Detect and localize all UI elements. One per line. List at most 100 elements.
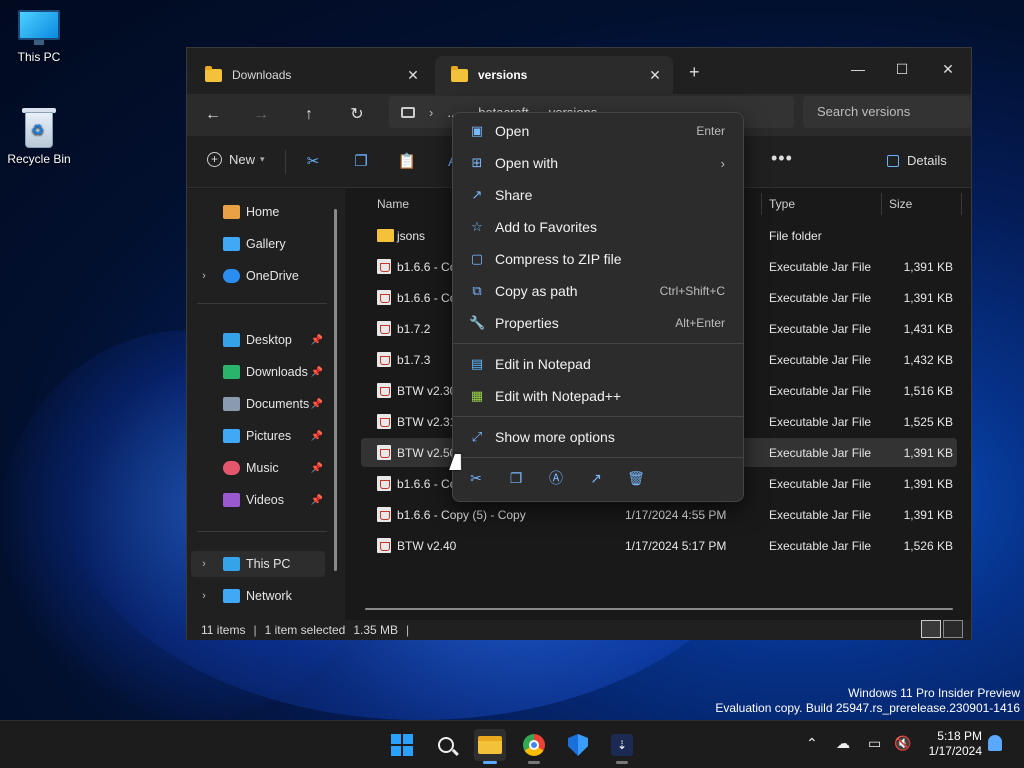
table-row[interactable]: b1.6.6 - Copy (5) - Copy 1/17/2024 4:55 … [361,500,957,529]
menu-item-compress-zip[interactable]: ▢ Compress to ZIP file [457,244,739,274]
forward-arrow-icon[interactable]: → [249,103,273,127]
taskbar-chrome[interactable] [518,729,550,764]
menu-item-label: Share [495,187,533,203]
rename-icon[interactable]: Ⓐ [545,467,567,489]
tiles-view-icon[interactable] [943,620,963,638]
file-size: 1,516 KB [903,384,953,398]
jar-file-icon [377,445,391,460]
cut-icon[interactable]: ✂ [465,467,487,489]
file-size: 1,431 KB [903,322,953,336]
pin-icon[interactable]: 📌 [311,399,323,410]
cloud-offline-icon[interactable]: ☁ [836,735,850,752]
column-divider[interactable] [961,193,962,215]
maximize-button[interactable]: ☐ [879,54,925,84]
sidebar-item-desktop[interactable]: Desktop 📌 [191,327,325,353]
pin-icon[interactable]: 📌 [311,431,323,442]
pin-icon[interactable]: 📌 [311,367,323,378]
menu-item-open[interactable]: ▣ Open Enter [457,116,739,146]
column-divider[interactable] [881,193,882,215]
file-size: 1,391 KB [903,291,953,305]
desktop-icon-recycle-bin[interactable]: ♻ Recycle Bin [1,106,77,166]
chevron-right-icon[interactable]: › [195,590,213,602]
details-view-icon[interactable] [921,620,941,638]
sidebar-item-videos[interactable]: Videos 📌 [191,487,325,513]
file-name: b1.7.3 [397,353,431,367]
sidebar-item-network[interactable]: › Network [191,583,325,609]
chevron-right-icon[interactable]: › [195,270,213,282]
menu-item-properties[interactable]: 🔧 Properties Alt+Enter [457,308,739,338]
star-icon: ☆ [471,219,483,234]
chevron-right-icon[interactable]: › [195,558,213,570]
pin-icon[interactable]: 📌 [311,463,323,474]
chevron-up-icon[interactable]: ⌃ [806,735,818,752]
home-icon [223,205,240,219]
more-options-button[interactable]: ••• [771,148,793,169]
this-pc-icon [18,10,60,46]
pin-icon[interactable]: 📌 [311,495,323,506]
taskbar-search-button[interactable] [430,729,462,761]
new-button[interactable]: + New ▾ [207,152,265,167]
close-tab-icon[interactable]: ✕ [647,67,663,84]
taskbar-downloader[interactable]: ⇣ [606,729,638,764]
sidebar-item-downloads[interactable]: Downloads 📌 [191,359,325,385]
column-header-name[interactable]: Name [377,197,409,211]
details-icon [887,154,899,167]
desktop-icon [223,333,240,347]
menu-item-open-with[interactable]: ⊞ Open with › [457,148,739,178]
menu-item-edit-with-notepadpp[interactable]: ▦ Edit with Notepad++ [457,381,739,411]
this-pc-icon [223,557,240,571]
taskbar-defender[interactable] [562,729,594,761]
copy-icon[interactable]: ❐ [349,150,373,174]
column-divider[interactable] [761,193,762,215]
refresh-icon[interactable]: ↻ [345,103,369,127]
network-icon[interactable]: ▭ [868,735,881,752]
tab-downloads[interactable]: Downloads ✕ [189,56,431,94]
file-type: Executable Jar File [769,322,872,336]
download-icon: ⇣ [611,734,633,756]
cut-icon[interactable]: ✂ [301,150,325,174]
clock[interactable]: 5:18 PM 1/17/2024 [918,729,982,759]
menu-item-show-more-options[interactable]: ⤢ Show more options [457,422,739,452]
share-icon[interactable]: ↗ [585,467,607,489]
close-window-button[interactable]: ✕ [925,54,971,84]
desktop-icon-this-pc[interactable]: This PC [1,10,77,64]
evaluation-watermark: Windows 11 Pro Insider Preview Evaluatio… [715,686,1020,716]
details-pane-button[interactable]: Details [887,153,947,168]
start-button[interactable] [386,729,418,761]
taskbar-file-explorer[interactable] [474,729,506,764]
menu-item-share[interactable]: ↗ Share [457,180,739,210]
onedrive-icon [223,269,240,283]
column-header-type[interactable]: Type [769,197,795,211]
menu-item-copy-as-path[interactable]: ⧉ Copy as path Ctrl+Shift+C [457,276,739,306]
back-arrow-icon[interactable]: ← [201,103,225,127]
up-arrow-icon[interactable]: ↑ [297,103,321,127]
jar-file-icon [377,290,391,305]
menu-item-add-to-favorites[interactable]: ☆ Add to Favorites [457,212,739,242]
volume-muted-icon[interactable]: 🔇 [894,735,911,752]
minimize-button[interactable]: — [835,54,881,84]
new-tab-button[interactable]: + [689,62,700,83]
sidebar-item-this-pc[interactable]: › This PC [191,551,325,577]
sidebar-item-music[interactable]: Music 📌 [191,455,325,481]
horizontal-scrollbar[interactable] [365,608,953,610]
sidebar-item-pictures[interactable]: Pictures 📌 [191,423,325,449]
table-row[interactable]: BTW v2.40 1/17/2024 5:17 PM Executable J… [361,531,957,560]
file-name: b1.7.2 [397,322,431,336]
pin-icon[interactable]: 📌 [311,335,323,346]
menu-item-edit-in-notepad[interactable]: ▤ Edit in Notepad [457,349,739,379]
close-tab-icon[interactable]: ✕ [405,67,421,84]
menu-item-label: Compress to ZIP file [495,251,622,267]
tab-versions[interactable]: versions ✕ [435,56,673,94]
sidebar-item-documents[interactable]: Documents 📌 [191,391,325,417]
monitor-icon [401,106,415,118]
sidebar-item-home[interactable]: Home [191,199,325,225]
column-header-size[interactable]: Size [889,197,912,211]
nav-scrollbar[interactable] [334,209,337,571]
notification-bell-icon[interactable] [988,735,1002,751]
sidebar-item-onedrive[interactable]: › OneDrive [191,263,325,289]
delete-icon[interactable]: 🗑 [625,467,647,489]
copy-icon[interactable]: ❐ [505,467,527,489]
search-input[interactable]: Search versions [803,96,971,128]
paste-icon[interactable]: 📋 [395,150,419,174]
sidebar-item-gallery[interactable]: Gallery [191,231,325,257]
